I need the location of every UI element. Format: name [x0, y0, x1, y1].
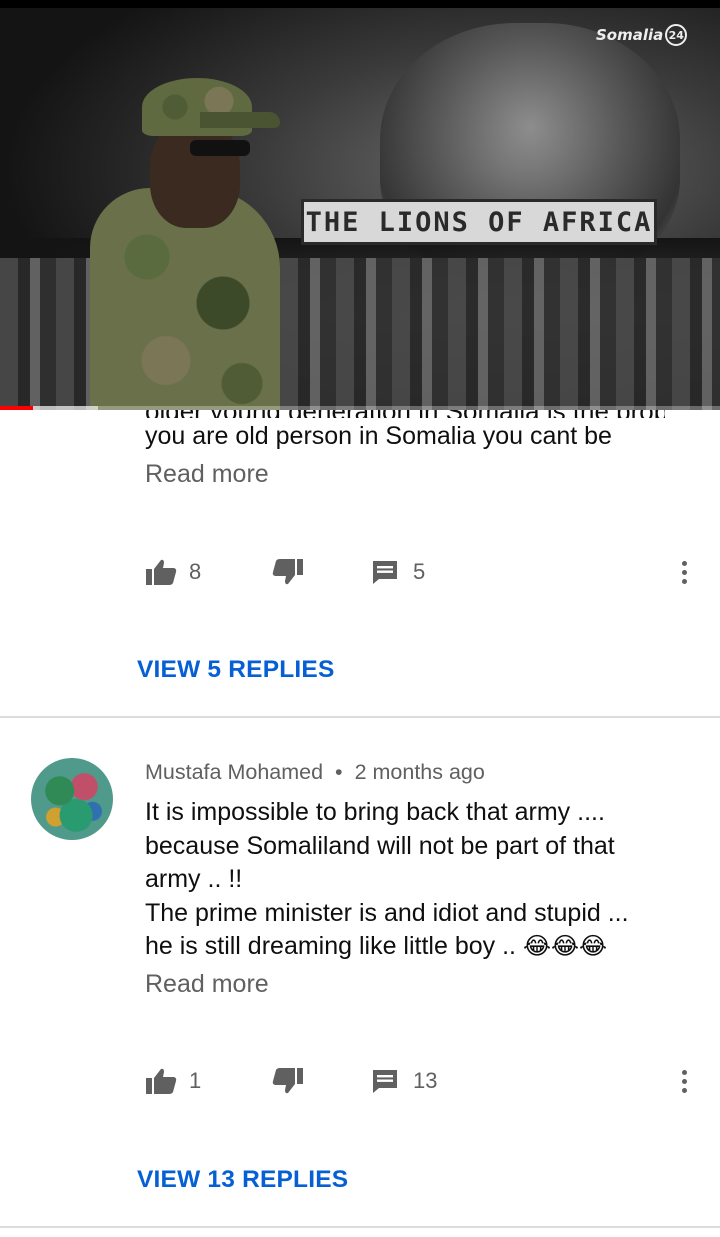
read-more-link[interactable]: Read more	[145, 970, 269, 999]
channel-logo: Somalia 24	[596, 22, 688, 48]
dislike-button[interactable]	[272, 552, 304, 592]
status-strip	[0, 0, 720, 8]
read-more-link[interactable]: Read more	[145, 460, 269, 489]
soldier-image	[80, 78, 280, 410]
comment-time: 2 months ago	[354, 760, 485, 784]
like-button[interactable]: 1	[145, 1061, 201, 1101]
globe-icon: 24	[665, 24, 688, 46]
video-player[interactable]: Somalia 24 THE LIONS OF AFRICA	[0, 0, 720, 410]
dislike-button[interactable]	[272, 1061, 304, 1101]
reply-count: 13	[413, 1068, 438, 1093]
comment-text-clipped: older young generation in Somalia is the…	[145, 410, 665, 418]
comment-divider	[0, 716, 720, 718]
comment-icon	[371, 558, 399, 586]
comment-text: It is impossible to bring back that army…	[145, 796, 705, 964]
like-count: 8	[189, 559, 202, 584]
video-title-overlay: THE LIONS OF AFRICA	[301, 199, 657, 245]
thumbs-down-icon	[272, 558, 304, 586]
comment-icon	[371, 1067, 399, 1095]
progress-fill	[0, 406, 34, 410]
meta-separator: •	[335, 760, 343, 784]
view-replies-button[interactable]: VIEW 5 REPLIES	[137, 656, 334, 684]
more-options-button[interactable]	[672, 552, 696, 592]
reply-count: 5	[413, 559, 426, 584]
comment-actions: 8 5	[0, 552, 720, 592]
comment-divider	[0, 1226, 720, 1228]
more-vertical-icon	[681, 560, 687, 566]
more-vertical-icon	[681, 1069, 687, 1075]
comment-actions: 1 13	[0, 1061, 720, 1101]
view-replies-button[interactable]: VIEW 13 REPLIES	[137, 1166, 348, 1194]
reply-button[interactable]: 13	[371, 1061, 437, 1101]
like-count: 1	[189, 1068, 202, 1093]
author-name[interactable]: Mustafa Mohamed	[145, 760, 323, 784]
reply-button[interactable]: 5	[371, 552, 425, 592]
more-options-button[interactable]	[672, 1061, 696, 1101]
laughing-emoji: 😂😂😂	[522, 933, 608, 960]
comment-text: you are old person in Somalia you cant b…	[145, 422, 612, 450]
thumbs-down-icon	[272, 1067, 304, 1095]
comment-meta: Mustafa Mohamed • 2 months ago	[145, 760, 485, 785]
avatar[interactable]	[31, 758, 113, 840]
thumbs-up-icon	[145, 1067, 177, 1095]
like-button[interactable]: 8	[145, 552, 201, 592]
thumbs-up-icon	[145, 558, 177, 586]
